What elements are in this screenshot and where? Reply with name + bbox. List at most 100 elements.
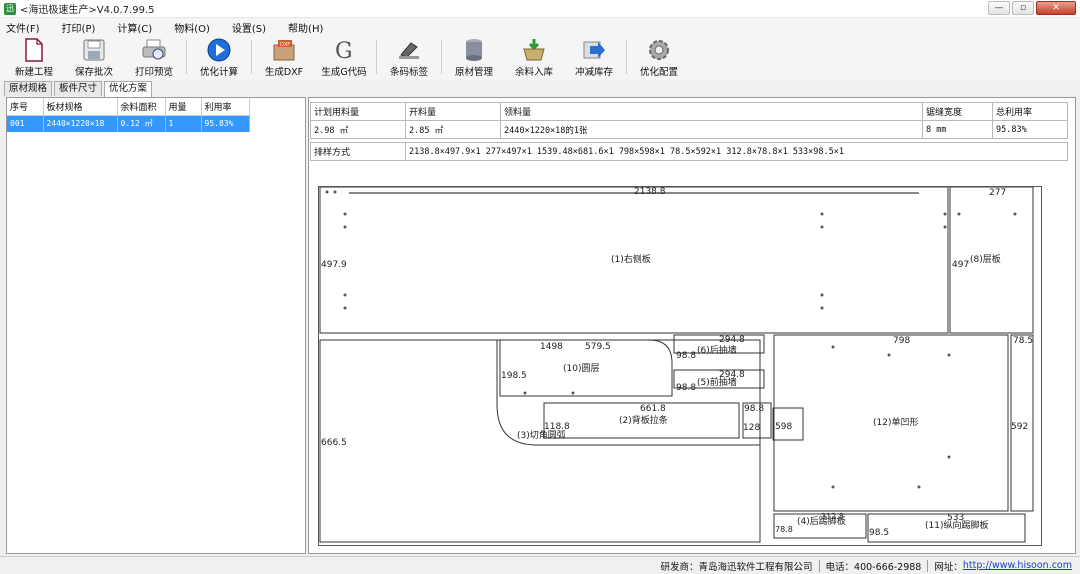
header-kerf: 锯缝宽度 (922, 102, 993, 121)
cell-count[interactable]: 1 (165, 115, 202, 132)
part-7-height-label: 128 (743, 423, 760, 433)
part-8-name-label: (8)层板 (970, 253, 1001, 265)
play-icon (207, 38, 231, 62)
part-11-name-label: (11)纵向踢脚板 (925, 519, 988, 531)
tab-optimize-plan[interactable]: 优化方案 (104, 81, 153, 97)
part-4-width-label: 312.8 (821, 512, 844, 521)
save-icon (82, 38, 106, 62)
menu-help[interactable]: 帮助(H) (288, 20, 323, 35)
part-9-width-label: 78.5 (1013, 336, 1033, 346)
value-total-rate: 95.83% (992, 120, 1068, 139)
tab-panel-size[interactable]: 板件尺寸 (54, 81, 103, 96)
cell-rate[interactable]: 95.83% (201, 115, 250, 132)
status-separator (818, 559, 820, 572)
barcode-label-button[interactable]: 条码标签 (379, 36, 439, 78)
plan-list-table: 序号 板材规格 余料面积 用量 利用率 001 2440×1220×18 0.1… (7, 98, 250, 132)
part-9-height-label: 592 (1011, 422, 1028, 432)
part-6-name-label: (6)后抽墙 (697, 344, 737, 356)
part-3-height-label: 666.5 (321, 438, 347, 448)
part-11-height-label: 98.5 (869, 528, 889, 538)
plan-list-panel: 序号 板材规格 余料面积 用量 利用率 001 2440×1220×18 0.1… (6, 97, 306, 554)
svg-text:G: G (335, 39, 353, 62)
new-project-button[interactable]: 新建工程 (4, 36, 64, 78)
summary-table: 计划用料量 开料量 领料量 锯缝宽度 总利用率 2.98 ㎡ 2.85 ㎡ 24… (310, 102, 1068, 161)
layout-mode-row: 排样方式 2138.8×497.9×1 277×497×1 1539.48×68… (310, 142, 1068, 161)
part-6-width-label: 294.8 (719, 335, 745, 345)
part-12-width-label: 798 (893, 336, 910, 346)
toolbar: 新建工程 保存批次 打印预览 优化计算 DXF 生成DXF G 生成G代码 条码… (0, 36, 1080, 80)
menu-print[interactable]: 打印(P) (62, 20, 96, 35)
col-header-count: 用量 (165, 98, 202, 116)
part-6-height-label: 98.8 (676, 351, 696, 361)
plan-detail-panel: 计划用料量 开料量 领料量 锯缝宽度 总利用率 2.98 ㎡ 2.85 ㎡ 24… (308, 97, 1076, 554)
print-preview-icon (142, 38, 166, 62)
header-issued: 领料量 (500, 102, 923, 121)
part-8-height-label: 497 (952, 260, 969, 270)
optimize-config-button[interactable]: 优化配置 (629, 36, 689, 78)
layout-mode-label: 排样方式 (310, 142, 406, 161)
window-controls: — ▫ ✕ (988, 1, 1076, 15)
part-2-width-label: 661.8 (640, 404, 666, 414)
part-5-name-label: (5)前抽墙 (697, 376, 737, 388)
save-batch-button[interactable]: 保存批次 (64, 36, 124, 78)
cell-leftover[interactable]: 0.12 ㎡ (117, 115, 166, 132)
col-header-index: 序号 (7, 98, 44, 116)
menu-settings[interactable]: 设置(S) (232, 20, 266, 35)
minimize-button[interactable]: — (988, 1, 1010, 15)
material-manage-button[interactable]: 原材管理 (444, 36, 504, 78)
part-10-w2-label: 579.5 (585, 342, 611, 352)
part-1-name-label: (1)右侧板 (611, 253, 651, 265)
menu-bar: 文件(F) 打印(P) 计算(C) 物料(O) 设置(S) 帮助(H) (0, 18, 1080, 36)
maximize-button[interactable]: ▫ (1012, 1, 1034, 15)
app-logo-icon: 迅 (4, 2, 16, 15)
part-3-name-label: (3)切角圆弧 (517, 429, 566, 441)
generate-gcode-button[interactable]: G 生成G代码 (314, 36, 374, 78)
summary-header-row: 计划用料量 开料量 领料量 锯缝宽度 总利用率 (310, 102, 1068, 121)
toolbar-separator (186, 40, 187, 74)
part-5-height-label: 98.8 (676, 383, 696, 393)
optimize-calc-button[interactable]: 优化计算 (189, 36, 249, 78)
header-planned: 计划用料量 (310, 102, 406, 121)
value-kerf: 8 mm (922, 120, 993, 139)
part-2-name-label: (2)背板拉条 (619, 414, 668, 426)
arrow-icon (582, 38, 606, 62)
print-preview-button[interactable]: 打印预览 (124, 36, 184, 78)
developer-text: 研发商：青岛海迅软件工程有限公司 (660, 561, 813, 573)
barcode-scanner-icon (397, 38, 421, 62)
close-button[interactable]: ✕ (1036, 1, 1076, 15)
dxf-icon: DXF (272, 38, 296, 62)
col-header-leftover: 余料面积 (117, 98, 166, 116)
reduce-stock-button[interactable]: 冲减库存 (564, 36, 624, 78)
phone-text: 电话：400-666-2988 (825, 561, 922, 573)
table-row[interactable]: 001 2440×1220×18 0.12 ㎡ 1 95.83% (7, 115, 250, 132)
cell-spec[interactable]: 2440×1220×18 (43, 115, 118, 132)
part-7-width-label: 98.8 (744, 404, 764, 414)
layout-mode-value: 2138.8×497.9×1 277×497×1 1539.48×681.6×1… (405, 142, 1068, 161)
tab-raw-material[interactable]: 原材规格 (4, 81, 53, 96)
part-1-width-label: 2138.8 (634, 187, 666, 197)
toolbar-separator (441, 40, 442, 74)
toolbar-separator (251, 40, 252, 74)
toolbar-separator (376, 40, 377, 74)
website-link[interactable]: http://www.hisoon.com (963, 560, 1072, 571)
value-issued: 2440×1220×18的1张 (500, 120, 923, 139)
title-bar: 迅 <海迅极速生产>V4.0.7.99.5 — ▫ ✕ (0, 0, 1080, 18)
nesting-layout-canvas[interactable]: 2138.8 497.9 (1)右侧板 277 497 (8)层板 1498 5… (318, 186, 1042, 546)
status-bar: 研发商：青岛海迅软件工程有限公司 电话：400-666-2988 网址： htt… (0, 556, 1080, 574)
menu-material[interactable]: 物料(O) (174, 20, 210, 35)
nesting-layout-svg: 2138.8 497.9 (1)右侧板 277 497 (8)层板 1498 5… (319, 187, 1034, 543)
part-8-width-label: 277 (989, 188, 1006, 198)
generate-dxf-button[interactable]: DXF 生成DXF (254, 36, 314, 78)
part-10-w1-label: 1498 (540, 342, 563, 352)
tab-strip: 原材规格 板件尺寸 优化方案 (4, 81, 154, 97)
part-small-label: 598 (775, 422, 792, 432)
cell-index[interactable]: 001 (7, 115, 44, 132)
basket-icon (522, 38, 546, 62)
leftover-store-button[interactable]: 余料入库 (504, 36, 564, 78)
menu-file[interactable]: 文件(F) (6, 20, 40, 35)
status-separator (927, 559, 929, 572)
part-4-height-label: 78.8 (775, 525, 793, 534)
value-planned: 2.98 ㎡ (310, 120, 406, 139)
part-10-name-label: (10)圆层 (563, 363, 599, 374)
menu-calculate[interactable]: 计算(C) (117, 20, 152, 35)
